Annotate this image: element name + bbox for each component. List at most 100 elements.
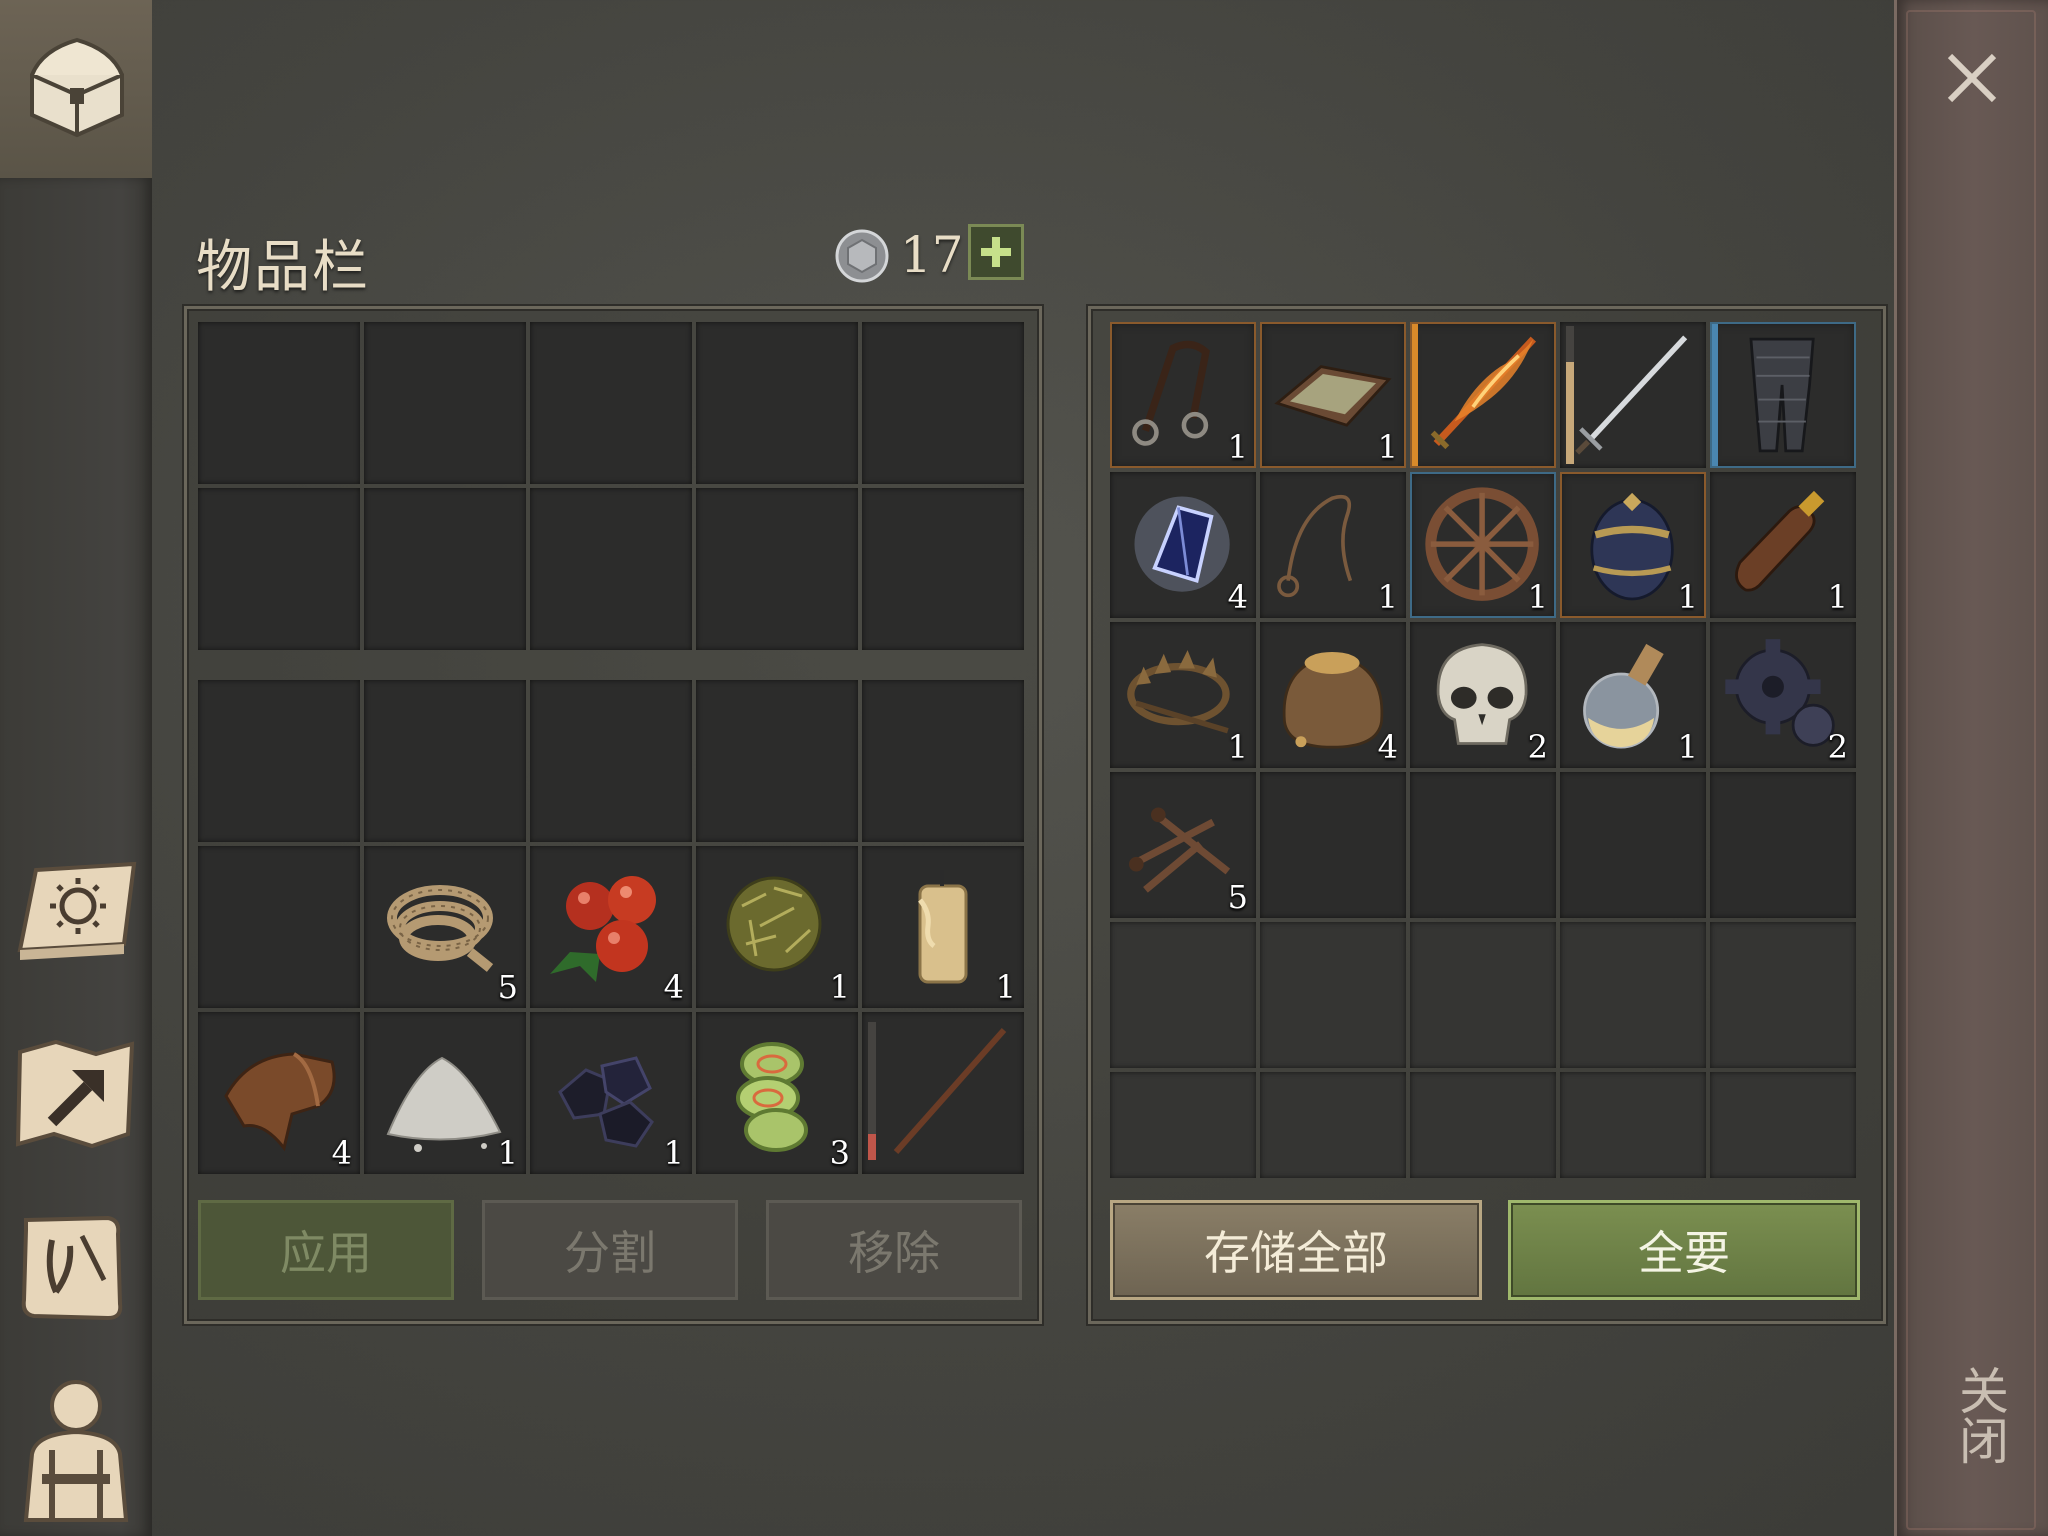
inventory-slot[interactable] xyxy=(198,488,360,650)
container-slot-locked xyxy=(1260,1072,1406,1178)
container-slot-bear-trap[interactable]: 1 xyxy=(1110,622,1256,768)
leather-icon xyxy=(224,1052,336,1152)
inventory-slot[interactable] xyxy=(696,488,858,650)
inventory-slot-leather[interactable]: 4 xyxy=(198,1012,360,1174)
close-icon[interactable] xyxy=(1940,46,2004,110)
inventory-slot[interactable] xyxy=(364,488,526,650)
inventory-slot-rope[interactable]: 5 xyxy=(364,846,526,1008)
container-slot-skull[interactable]: 2 xyxy=(1410,622,1556,768)
inventory-slot-stick[interactable] xyxy=(862,1012,1024,1174)
container-slot-locked xyxy=(1710,922,1856,1068)
inventory-slot[interactable] xyxy=(696,322,858,484)
quest-scroll-icon xyxy=(21,1215,123,1321)
inventory-slot[interactable] xyxy=(862,488,1024,650)
apply-button[interactable]: 应用 xyxy=(198,1200,454,1300)
inventory-slot[interactable] xyxy=(696,680,858,842)
split-button[interactable]: 分割 xyxy=(482,1200,738,1300)
container-slot-grain-sack[interactable]: 4 xyxy=(1260,622,1406,768)
item-count: 1 xyxy=(497,1134,518,1172)
container-slot-cord[interactable]: 1 xyxy=(1260,472,1406,618)
take-all-button[interactable]: 全要 xyxy=(1508,1200,1860,1300)
container-slot[interactable] xyxy=(1560,772,1706,918)
inventory-slot[interactable] xyxy=(198,680,360,842)
item-count: 1 xyxy=(829,968,850,1006)
container-slot-leggings[interactable] xyxy=(1710,322,1856,468)
container-slot-locked xyxy=(1560,1072,1706,1178)
candle-icon xyxy=(918,870,968,984)
container-slot-egg[interactable]: 1 xyxy=(1560,472,1706,618)
container-slot-gears[interactable]: 2 xyxy=(1710,622,1856,768)
container-slot[interactable] xyxy=(1260,772,1406,918)
inventory-slot[interactable] xyxy=(198,322,360,484)
item-count: 4 xyxy=(331,1134,352,1172)
close-label[interactable]: 关闭 xyxy=(1936,1365,2009,1465)
container-slot-wheel[interactable]: 1 xyxy=(1410,472,1556,618)
item-count: 2 xyxy=(1527,728,1548,766)
container-slot-nails[interactable]: 5 xyxy=(1110,772,1256,918)
container-slot[interactable] xyxy=(1710,772,1856,918)
item-count: 1 xyxy=(663,1134,684,1172)
container-slot-locked xyxy=(1110,922,1256,1068)
item-count: 1 xyxy=(995,968,1016,1006)
inventory-slot[interactable] xyxy=(364,680,526,842)
inventory-title: 物品栏 xyxy=(196,235,370,300)
inventory-slot-cucumber[interactable]: 3 xyxy=(696,1012,858,1174)
inventory-slot[interactable] xyxy=(862,322,1024,484)
item-count: 1 xyxy=(1677,728,1698,766)
item-count: 1 xyxy=(1227,428,1248,466)
inventory-slot-grass-ball[interactable]: 1 xyxy=(696,846,858,1008)
item-count: 4 xyxy=(663,968,684,1006)
sidebar-chest-tab[interactable] xyxy=(0,0,152,178)
container-slot-locked xyxy=(1410,1072,1556,1178)
item-count: 3 xyxy=(829,1134,850,1172)
container-slot-locked xyxy=(1710,1072,1856,1178)
stick-icon xyxy=(893,1028,1007,1154)
sidebar-journal-button[interactable] xyxy=(12,850,140,978)
item-count: 1 xyxy=(1377,578,1398,616)
container-slot-crystal[interactable]: 4 xyxy=(1110,472,1256,618)
sidebar-map-button[interactable] xyxy=(12,1030,140,1158)
berries-icon xyxy=(550,876,656,982)
remove-button[interactable]: 移除 xyxy=(766,1200,1022,1300)
chest-icon xyxy=(30,37,124,138)
map-icon xyxy=(15,1039,135,1149)
sidebar-character-button[interactable] xyxy=(12,1370,140,1522)
longsword-icon xyxy=(1575,335,1688,455)
inventory-slot[interactable] xyxy=(198,846,360,1008)
container-slot-tray[interactable]: 1 xyxy=(1260,322,1406,468)
container-slot-bridle[interactable]: 1 xyxy=(1110,322,1256,468)
inventory-slot[interactable] xyxy=(364,322,526,484)
add-coins-button[interactable] xyxy=(968,224,1024,280)
container-slot[interactable] xyxy=(1410,772,1556,918)
coal-icon xyxy=(558,1056,654,1148)
container-slot-flame-sword[interactable] xyxy=(1410,322,1556,468)
container-slot-locked xyxy=(1410,922,1556,1068)
item-count: 5 xyxy=(1227,878,1248,916)
inventory-slot-coal[interactable]: 1 xyxy=(530,1012,692,1174)
inventory-slot[interactable] xyxy=(530,322,692,484)
salt-pile-icon xyxy=(386,1056,502,1152)
container-slot-longsword[interactable] xyxy=(1560,322,1706,468)
inventory-slot-salt[interactable]: 1 xyxy=(364,1012,526,1174)
inventory-slot[interactable] xyxy=(862,680,1024,842)
inventory-slot-candle[interactable]: 1 xyxy=(862,846,1024,1008)
sun-book-icon xyxy=(17,861,137,960)
cucumber-slices-icon xyxy=(736,1042,808,1152)
item-count: 1 xyxy=(1677,578,1698,616)
inventory-slot-berries[interactable]: 4 xyxy=(530,846,692,1008)
character-icon xyxy=(23,1380,129,1522)
store-all-button[interactable]: 存储全部 xyxy=(1110,1200,1482,1300)
rope-icon xyxy=(387,885,494,972)
container-slot-bottle[interactable]: 1 xyxy=(1710,472,1856,618)
container-slot-locked xyxy=(1110,1072,1256,1178)
item-count: 2 xyxy=(1827,728,1848,766)
inventory-slot[interactable] xyxy=(530,680,692,842)
inventory-slot[interactable] xyxy=(530,488,692,650)
item-count: 1 xyxy=(1527,578,1548,616)
chain-leggings-icon xyxy=(1749,337,1815,453)
sidebar-quests-button[interactable] xyxy=(12,1200,140,1328)
flame-sword-icon xyxy=(1430,336,1537,450)
container-slot-potion[interactable]: 1 xyxy=(1560,622,1706,768)
container-slot-locked xyxy=(1260,922,1406,1068)
item-count: 5 xyxy=(497,968,518,1006)
